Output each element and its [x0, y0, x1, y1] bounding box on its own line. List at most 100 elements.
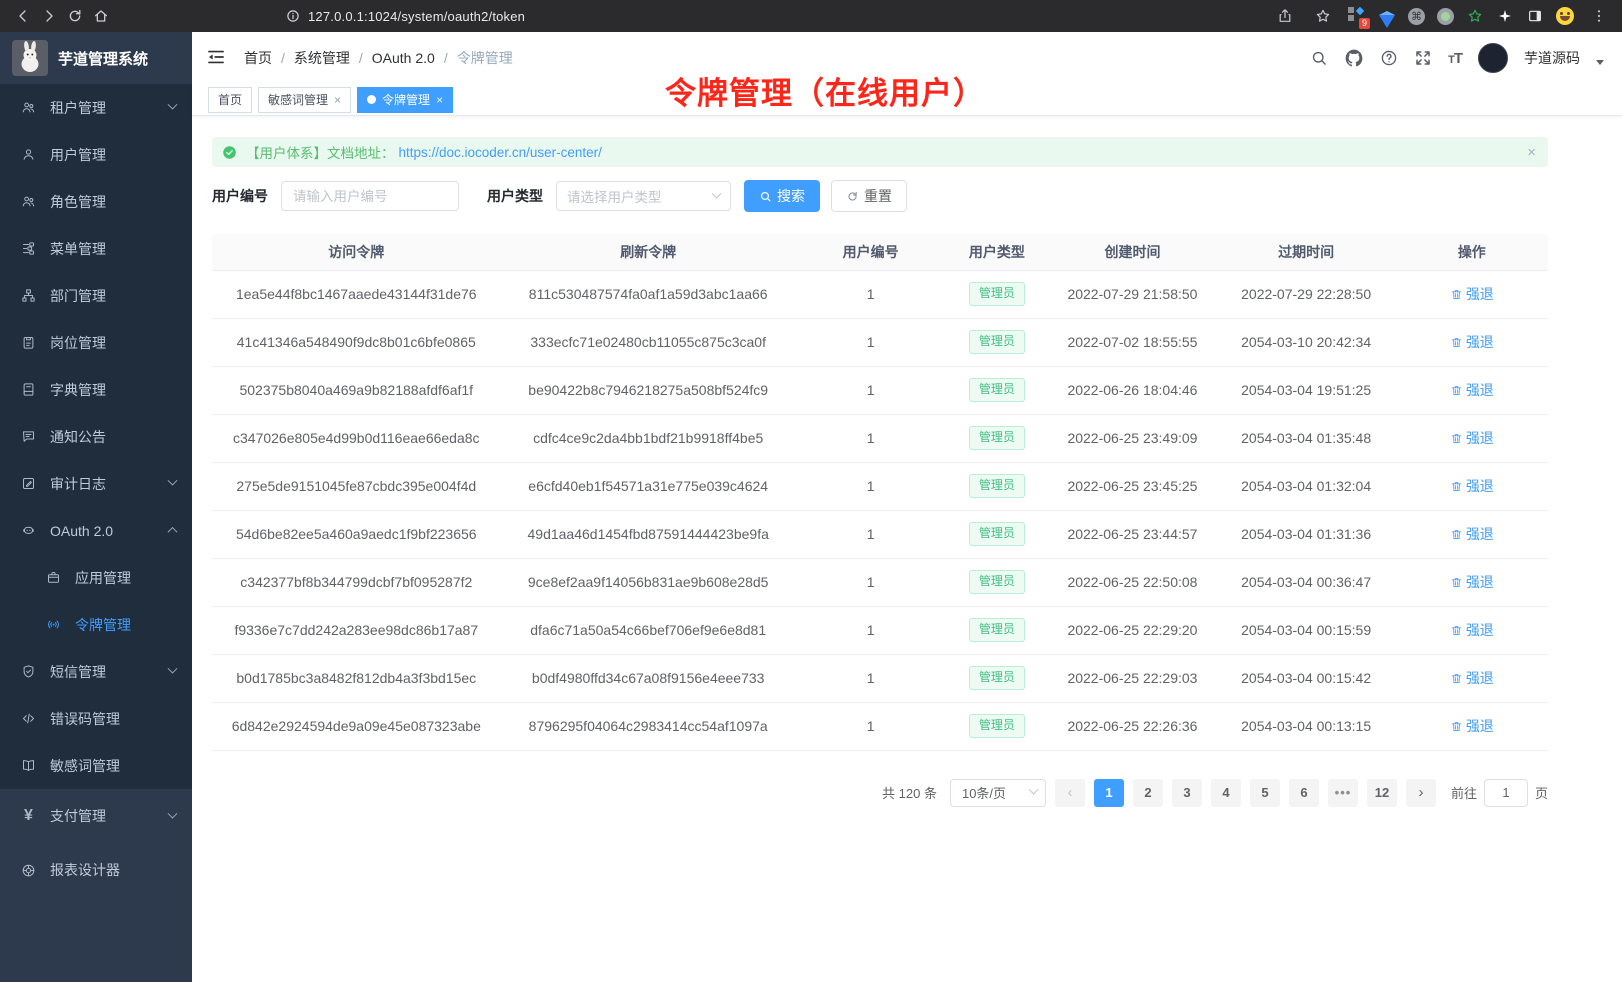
force-logout-button[interactable]: 强退: [1450, 476, 1494, 496]
alert-close-icon[interactable]: ×: [1527, 145, 1536, 160]
force-logout-button[interactable]: 强退: [1450, 716, 1494, 736]
force-logout-button[interactable]: 强退: [1450, 668, 1494, 688]
sidebar-item-sensitive[interactable]: 敏感词管理: [0, 742, 192, 789]
sidebar-item-oauth2[interactable]: OAuth 2.0: [0, 507, 192, 554]
search-icon[interactable]: [1310, 49, 1328, 67]
reload-icon: [67, 8, 83, 24]
extension-command-icon[interactable]: ⌘: [1408, 8, 1425, 25]
column-header: 过期时间: [1217, 234, 1396, 270]
tab-首页[interactable]: 首页: [208, 87, 252, 113]
user-id-label: 用户编号: [212, 186, 268, 206]
breadcrumb-item[interactable]: 首页: [244, 48, 272, 68]
user-type-badge: 管理员: [969, 378, 1025, 402]
tab-close-icon[interactable]: ×: [334, 94, 341, 106]
sidebar-item-dict[interactable]: 字典管理: [0, 366, 192, 413]
share-button[interactable]: [1272, 3, 1298, 29]
font-size-icon[interactable]: TT: [1448, 50, 1462, 67]
doc-alert: 【用户体系】文档地址： https://doc.iocoder.cn/user-…: [212, 137, 1548, 167]
browser-menu-button[interactable]: [1586, 3, 1612, 29]
extension-star-icon[interactable]: [1466, 7, 1484, 25]
username[interactable]: 芋道源码: [1524, 48, 1580, 68]
help-icon[interactable]: [1380, 49, 1398, 67]
force-logout-button[interactable]: 强退: [1450, 428, 1494, 448]
force-logout-button[interactable]: 强退: [1450, 332, 1494, 352]
force-logout-button[interactable]: 强退: [1450, 524, 1494, 544]
prev-page-button[interactable]: ‹: [1055, 779, 1085, 807]
expire-time-cell: 2054-03-04 00:15:59: [1217, 606, 1396, 654]
tab-敏感词管理[interactable]: 敏感词管理×: [258, 87, 351, 113]
address-bar[interactable]: 127.0.0.1:1024/system/oauth2/token: [286, 9, 1272, 24]
sidebar-item-oauth2-app[interactable]: 应用管理: [0, 554, 192, 601]
trash-icon: [1450, 384, 1463, 397]
sidebar-item-user[interactable]: 用户管理: [0, 131, 192, 178]
fullscreen-icon[interactable]: [1414, 49, 1432, 67]
extension-pixel-icon[interactable]: 9: [1348, 7, 1366, 25]
force-logout-button[interactable]: 强退: [1450, 380, 1494, 400]
breadcrumb-item[interactable]: OAuth 2.0: [372, 50, 435, 66]
page-size-select[interactable]: 10条/页: [950, 779, 1046, 807]
alert-doc-link[interactable]: https://doc.iocoder.cn/user-center/: [399, 145, 602, 160]
expire-time-cell: 2022-07-29 22:28:50: [1217, 270, 1396, 318]
sidebar-fold-button[interactable]: [206, 47, 228, 69]
sidebar-item-notice[interactable]: 通知公告: [0, 413, 192, 460]
browser-home-button[interactable]: [88, 3, 114, 29]
tab-close-icon[interactable]: ×: [436, 94, 443, 106]
sidebar-item-sms[interactable]: 短信管理: [0, 648, 192, 695]
user-id-input[interactable]: [281, 181, 459, 211]
extension-gem-icon[interactable]: [1378, 7, 1396, 25]
page-button-4[interactable]: 4: [1211, 779, 1241, 807]
page-button-5[interactable]: 5: [1250, 779, 1280, 807]
profile-emoji-icon[interactable]: [1556, 7, 1574, 25]
user-type-select[interactable]: 请选择用户类型: [556, 181, 731, 211]
extension-sparkle-icon[interactable]: [1496, 7, 1514, 25]
app-logo-row[interactable]: 芋道管理系统: [0, 32, 192, 84]
next-page-button[interactable]: ›: [1406, 779, 1436, 807]
browser-forward-button[interactable]: [36, 3, 62, 29]
sidebar-item-label: 令牌管理: [75, 615, 131, 635]
sidebar-item-oauth2-token[interactable]: 令牌管理: [0, 601, 192, 648]
table-header-row: 访问令牌刷新令牌用户编号用户类型创建时间过期时间操作: [212, 234, 1548, 270]
breadcrumb-item[interactable]: 系统管理: [294, 48, 350, 68]
sidebar-item-pay[interactable]: ¥支付管理: [0, 789, 192, 843]
avatar[interactable]: [1478, 43, 1508, 73]
sidebar-item-post[interactable]: 岗位管理: [0, 319, 192, 366]
sidebar-item-tenant[interactable]: 租户管理: [0, 84, 192, 131]
sidebar-item-label: 菜单管理: [50, 239, 106, 259]
comment-icon: [21, 429, 36, 444]
expire-time-cell: 2054-03-04 01:31:36: [1217, 510, 1396, 558]
page-button-6[interactable]: 6: [1289, 779, 1319, 807]
page-button-3[interactable]: 3: [1172, 779, 1202, 807]
force-logout-button[interactable]: 强退: [1450, 284, 1494, 304]
github-icon[interactable]: [1344, 48, 1364, 68]
chevron-down-icon[interactable]: [1596, 60, 1604, 65]
browser-back-button[interactable]: [10, 3, 36, 29]
reset-button[interactable]: 重置: [831, 180, 907, 212]
column-header: 访问令牌: [212, 234, 501, 270]
force-logout-button[interactable]: 强退: [1450, 572, 1494, 592]
page-button-1[interactable]: 1: [1094, 779, 1124, 807]
refresh-token-cell: 49d1aa46d1454fbd87591444423be9fa: [501, 510, 796, 558]
side-panel-button[interactable]: [1526, 7, 1544, 25]
goto-page-input[interactable]: [1484, 779, 1528, 807]
sidebar-item-role[interactable]: 角色管理: [0, 178, 192, 225]
browser-reload-button[interactable]: [62, 3, 88, 29]
tab-令牌管理[interactable]: 令牌管理×: [357, 87, 453, 113]
sidebar-item-menu[interactable]: 菜单管理: [0, 225, 192, 272]
sidebar-item-audit[interactable]: 审计日志: [0, 460, 192, 507]
sidebar-item-report[interactable]: 报表设计器: [0, 843, 192, 897]
bookmark-star-button[interactable]: [1310, 3, 1336, 29]
dict-icon: [21, 382, 36, 397]
sidebar-item-label: 应用管理: [75, 568, 131, 588]
extension-record-icon[interactable]: [1437, 8, 1454, 25]
search-button[interactable]: 搜索: [744, 180, 820, 212]
column-header: 刷新令牌: [501, 234, 796, 270]
more-pages-button[interactable]: •••: [1328, 779, 1358, 807]
page-button-12[interactable]: 12: [1367, 779, 1397, 807]
sidebar-item-errcode[interactable]: 错误码管理: [0, 695, 192, 742]
force-logout-button[interactable]: 强退: [1450, 620, 1494, 640]
goto-label: 前往: [1451, 783, 1477, 802]
user-id-cell: 1: [796, 414, 946, 462]
sidebar-item-dept[interactable]: 部门管理: [0, 272, 192, 319]
breadcrumb: 首页/系统管理/OAuth 2.0/令牌管理: [244, 48, 513, 68]
page-button-2[interactable]: 2: [1133, 779, 1163, 807]
